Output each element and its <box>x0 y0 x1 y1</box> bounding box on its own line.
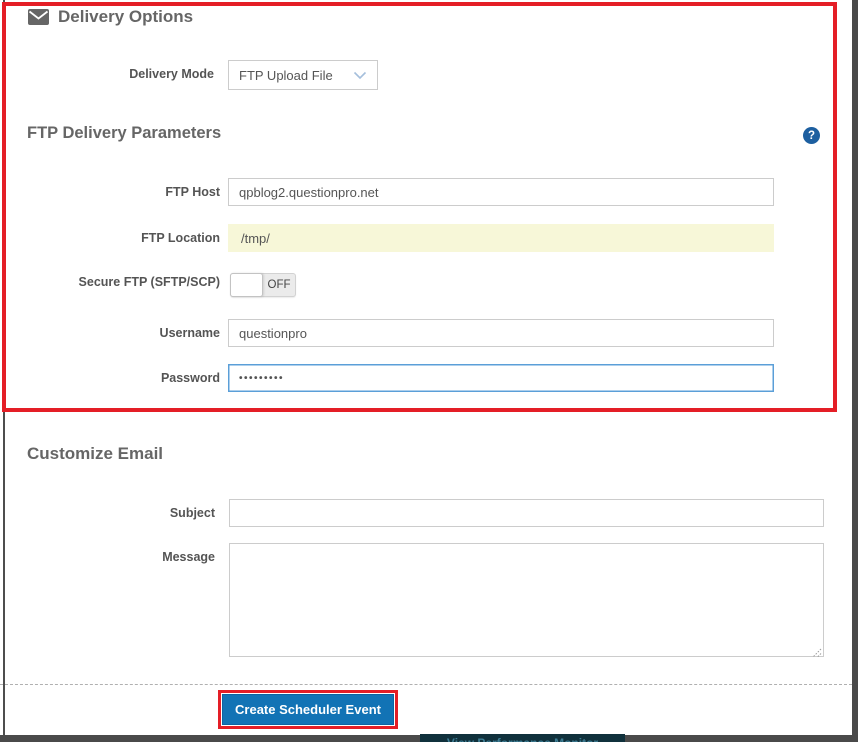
message-textarea[interactable] <box>229 543 824 657</box>
delivery-mode-select[interactable]: FTP Upload File <box>228 60 378 90</box>
envelope-icon <box>28 9 49 25</box>
toggle-state-off: OFF <box>267 279 291 291</box>
ftp-location-input[interactable] <box>228 224 774 252</box>
secure-ftp-label: Secure FTP (SFTP/SCP) <box>78 275 220 289</box>
username-input[interactable] <box>228 319 774 347</box>
chevron-down-icon <box>353 71 367 80</box>
password-input[interactable] <box>228 364 774 392</box>
dashed-separator <box>0 684 852 685</box>
username-label: Username <box>159 326 220 340</box>
ftp-host-input[interactable] <box>228 178 774 206</box>
delivery-options-header: Delivery Options <box>28 7 193 27</box>
help-icon[interactable]: ? <box>803 127 820 144</box>
ftp-host-label: FTP Host <box>165 185 220 199</box>
customize-email-title: Customize Email <box>27 444 164 463</box>
password-label: Password <box>160 371 220 385</box>
ftp-location-label: FTP Location <box>141 231 220 245</box>
ftp-parameters-title: FTP Delivery Parameters <box>27 124 222 142</box>
message-label: Message <box>162 550 215 564</box>
subject-label: Subject <box>169 506 215 520</box>
view-performance-monitor-link[interactable]: View Performance Monitor <box>420 734 625 742</box>
toggle-knob <box>230 273 263 297</box>
page-left-border <box>3 0 5 735</box>
delivery-options-title: Delivery Options <box>58 7 194 26</box>
create-scheduler-event-button[interactable]: Create Scheduler Event <box>222 694 394 725</box>
delivery-mode-label: Delivery Mode <box>129 67 214 81</box>
page-right-edge <box>852 0 858 742</box>
scheduler-form-page: View Performance Monitor Delivery Option… <box>0 0 858 742</box>
submit-button-highlight-box: Create Scheduler Event <box>218 690 398 729</box>
delivery-options-highlight-box <box>2 2 837 412</box>
subject-input[interactable] <box>229 499 824 527</box>
secure-ftp-toggle[interactable]: OFF <box>230 273 296 297</box>
delivery-mode-value: FTP Upload File <box>239 67 333 83</box>
